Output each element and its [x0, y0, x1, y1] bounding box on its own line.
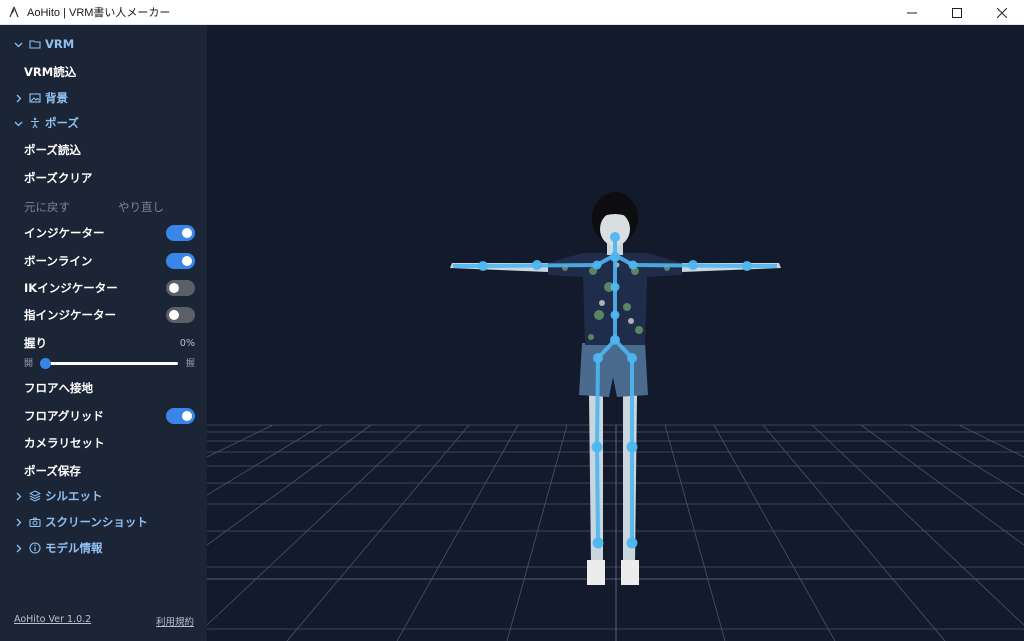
vrm-load-button[interactable]: VRM読込: [0, 59, 207, 85]
grip-max-label: 握: [186, 359, 196, 369]
chevron-down-icon: [14, 42, 23, 47]
3d-viewport[interactable]: [207, 25, 1024, 641]
chevron-down-icon: [14, 121, 23, 126]
section-screenshot-label: スクリーンショット: [45, 515, 148, 529]
floor-grid: [207, 424, 1024, 641]
grip-row: 握り: [0, 330, 207, 356]
indicator-toggle[interactable]: [166, 225, 195, 241]
sidebar: VRM VRM読込 背景 ポーズ ポーズ読込 ポーズクリア 元に戻す やり直し …: [0, 25, 207, 641]
bone-line-label: ボーンライン: [24, 254, 93, 268]
toggle-knob: [182, 228, 192, 238]
indicator-label: インジケーター: [24, 226, 105, 240]
section-vrm[interactable]: VRM: [0, 31, 207, 57]
undo-button[interactable]: 元に戻す: [24, 199, 70, 215]
chevron-right-icon: [16, 518, 22, 526]
window-title: AoHito | VRM書い人メーカー: [27, 7, 171, 19]
section-silhouette[interactable]: シルエット: [0, 483, 207, 509]
title-bar: AoHito | VRM書い人メーカー: [0, 0, 1024, 25]
grip-slider-track[interactable]: [44, 362, 178, 365]
grip-slider-row: 開 握: [0, 355, 207, 371]
pose-clear-button[interactable]: ポーズクリア: [0, 165, 207, 191]
folder-icon: [29, 40, 41, 49]
pose-load-button[interactable]: ポーズ読込: [0, 137, 207, 163]
chevron-right-icon: [16, 544, 22, 552]
scene-canvas: [207, 192, 1024, 641]
chevron-right-icon: [16, 94, 22, 102]
close-icon: [996, 7, 1007, 18]
bone-line-toggle[interactable]: [166, 253, 195, 269]
undo-redo-row: 元に戻す やり直し: [0, 193, 207, 219]
toggle-knob: [169, 310, 179, 320]
close-button[interactable]: [979, 0, 1024, 25]
section-pose-label: ポーズ: [45, 116, 79, 130]
section-vrm-label: VRM: [45, 37, 75, 51]
pose-save-button[interactable]: ポーズ保存: [0, 458, 207, 484]
finger-indicator-toggle[interactable]: [166, 307, 195, 323]
toggle-knob: [182, 256, 192, 266]
minimize-button[interactable]: [889, 0, 934, 25]
grip-slider-thumb[interactable]: [40, 358, 51, 369]
section-silhouette-label: シルエット: [45, 489, 103, 503]
section-background[interactable]: 背景: [0, 85, 207, 111]
floor-grid-label: フロアグリッド: [24, 409, 104, 423]
info-icon: [29, 542, 41, 554]
redo-button[interactable]: やり直し: [118, 199, 164, 215]
section-model-info-label: モデル情報: [45, 541, 103, 555]
image-icon: [29, 93, 41, 103]
maximize-icon: [951, 7, 962, 18]
grip-label: 握り: [24, 336, 47, 350]
app-window: AoHito | VRM書い人メーカー VRM VRM読込 背景 ポーズ ポーズ…: [0, 0, 1024, 641]
grip-min-label: 開: [24, 359, 34, 369]
terms-link[interactable]: 利用規約: [156, 614, 194, 628]
minimize-icon: [906, 12, 917, 13]
section-model-info[interactable]: モデル情報: [0, 535, 207, 561]
ik-indicator-toggle[interactable]: [166, 280, 195, 296]
camera-icon: [29, 517, 41, 528]
floor-snap-button[interactable]: フロアへ接地: [0, 375, 207, 401]
grip-value: 0%: [179, 338, 195, 349]
app-logo-icon: [9, 6, 19, 18]
chevron-right-icon: [16, 492, 22, 500]
layers-icon: [29, 490, 41, 502]
ik-indicator-label: IKインジケーター: [24, 281, 118, 295]
section-background-label: 背景: [45, 91, 68, 105]
section-screenshot[interactable]: スクリーンショット: [0, 509, 207, 535]
person-icon: [31, 117, 39, 129]
camera-reset-button[interactable]: カメラリセット: [0, 430, 207, 456]
maximize-button[interactable]: [934, 0, 979, 25]
floor-grid-toggle[interactable]: [166, 408, 195, 424]
toggle-knob: [182, 411, 192, 421]
version-link[interactable]: AoHito Ver 1.0.2: [14, 614, 91, 625]
toggle-knob: [169, 283, 179, 293]
finger-indicator-label: 指インジケーター: [24, 308, 116, 322]
section-pose[interactable]: ポーズ: [0, 110, 207, 136]
